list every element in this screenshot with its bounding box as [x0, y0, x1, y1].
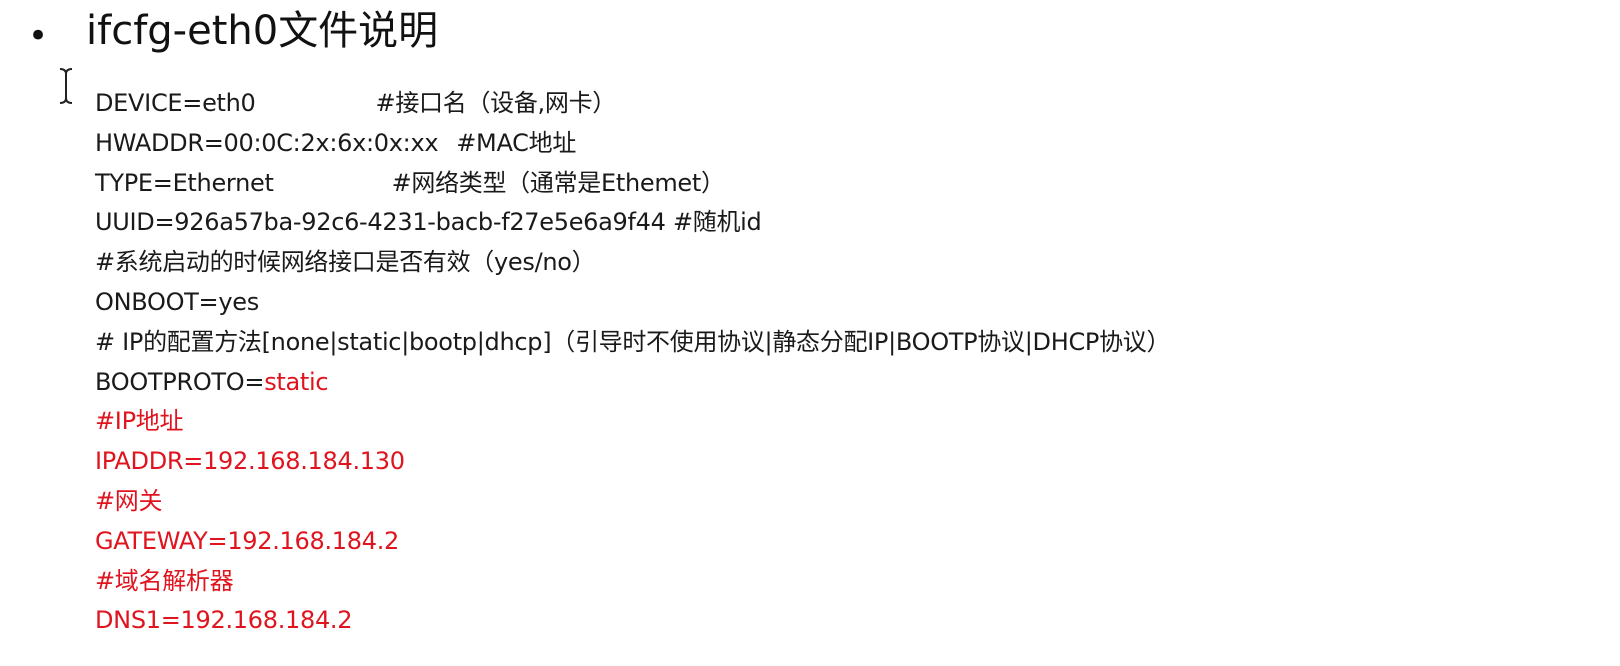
config-line-uuid: UUID=926a57ba-92c6-4231-bacb-f27e5e6a9f4…	[95, 208, 762, 237]
device-comment: #接口名（设备,网卡）	[375, 89, 617, 117]
hwaddr-comment: #MAC地址	[456, 128, 577, 157]
type-comment: #网络类型（通常是Ethemet）	[391, 168, 725, 197]
hwaddr-setting: HWADDR=00:0C:2x:6x:0x:xx	[95, 128, 439, 157]
text-cursor-icon	[59, 68, 73, 104]
config-line-gateway: GATEWAY=192.168.184.2	[95, 526, 400, 555]
bootproto-key: BOOTPROTO=	[95, 367, 265, 396]
slide-title: ifcfg-eth0文件说明	[86, 8, 439, 54]
bullet-marker: •	[28, 16, 49, 56]
slide: • ifcfg-eth0文件说明 DEVICE=eth0 #接口名（设备,网卡） …	[0, 0, 1620, 666]
config-line-gateway-comment: #网关	[95, 486, 163, 515]
bootproto-value: static	[264, 367, 329, 396]
config-line-hwaddr: HWADDR=00:0C:2x:6x:0x:xx #MAC地址	[95, 124, 1595, 164]
config-line-device: DEVICE=eth0 #接口名（设备,网卡）	[95, 84, 1595, 124]
device-setting: DEVICE=eth0	[95, 89, 256, 117]
config-line-dns-comment: #域名解析器	[95, 566, 234, 595]
config-line-type: TYPE=Ethernet #网络类型（通常是Ethemet）	[95, 164, 1595, 204]
config-line-onboot-comment: #系统启动的时候网络接口是否有效（yes/no）	[95, 248, 596, 277]
config-line-bootproto: BOOTPROTO=static	[95, 363, 1595, 403]
config-line-ipaddr: IPADDR=192.168.184.130	[95, 447, 405, 476]
config-line-onboot: ONBOOT=yes	[95, 287, 259, 316]
config-listing: DEVICE=eth0 #接口名（设备,网卡） HWADDR=00:0C:2x:6…	[95, 84, 1595, 641]
config-line-dns: DNS1=192.168.184.2	[95, 606, 353, 635]
config-line-bootproto-comment: # IP的配置方法[none|static|bootp|dhcp]（引导时不使用…	[95, 327, 1171, 356]
type-setting: TYPE=Ethernet	[95, 168, 274, 197]
config-line-ipaddr-comment: #IP地址	[95, 407, 184, 436]
